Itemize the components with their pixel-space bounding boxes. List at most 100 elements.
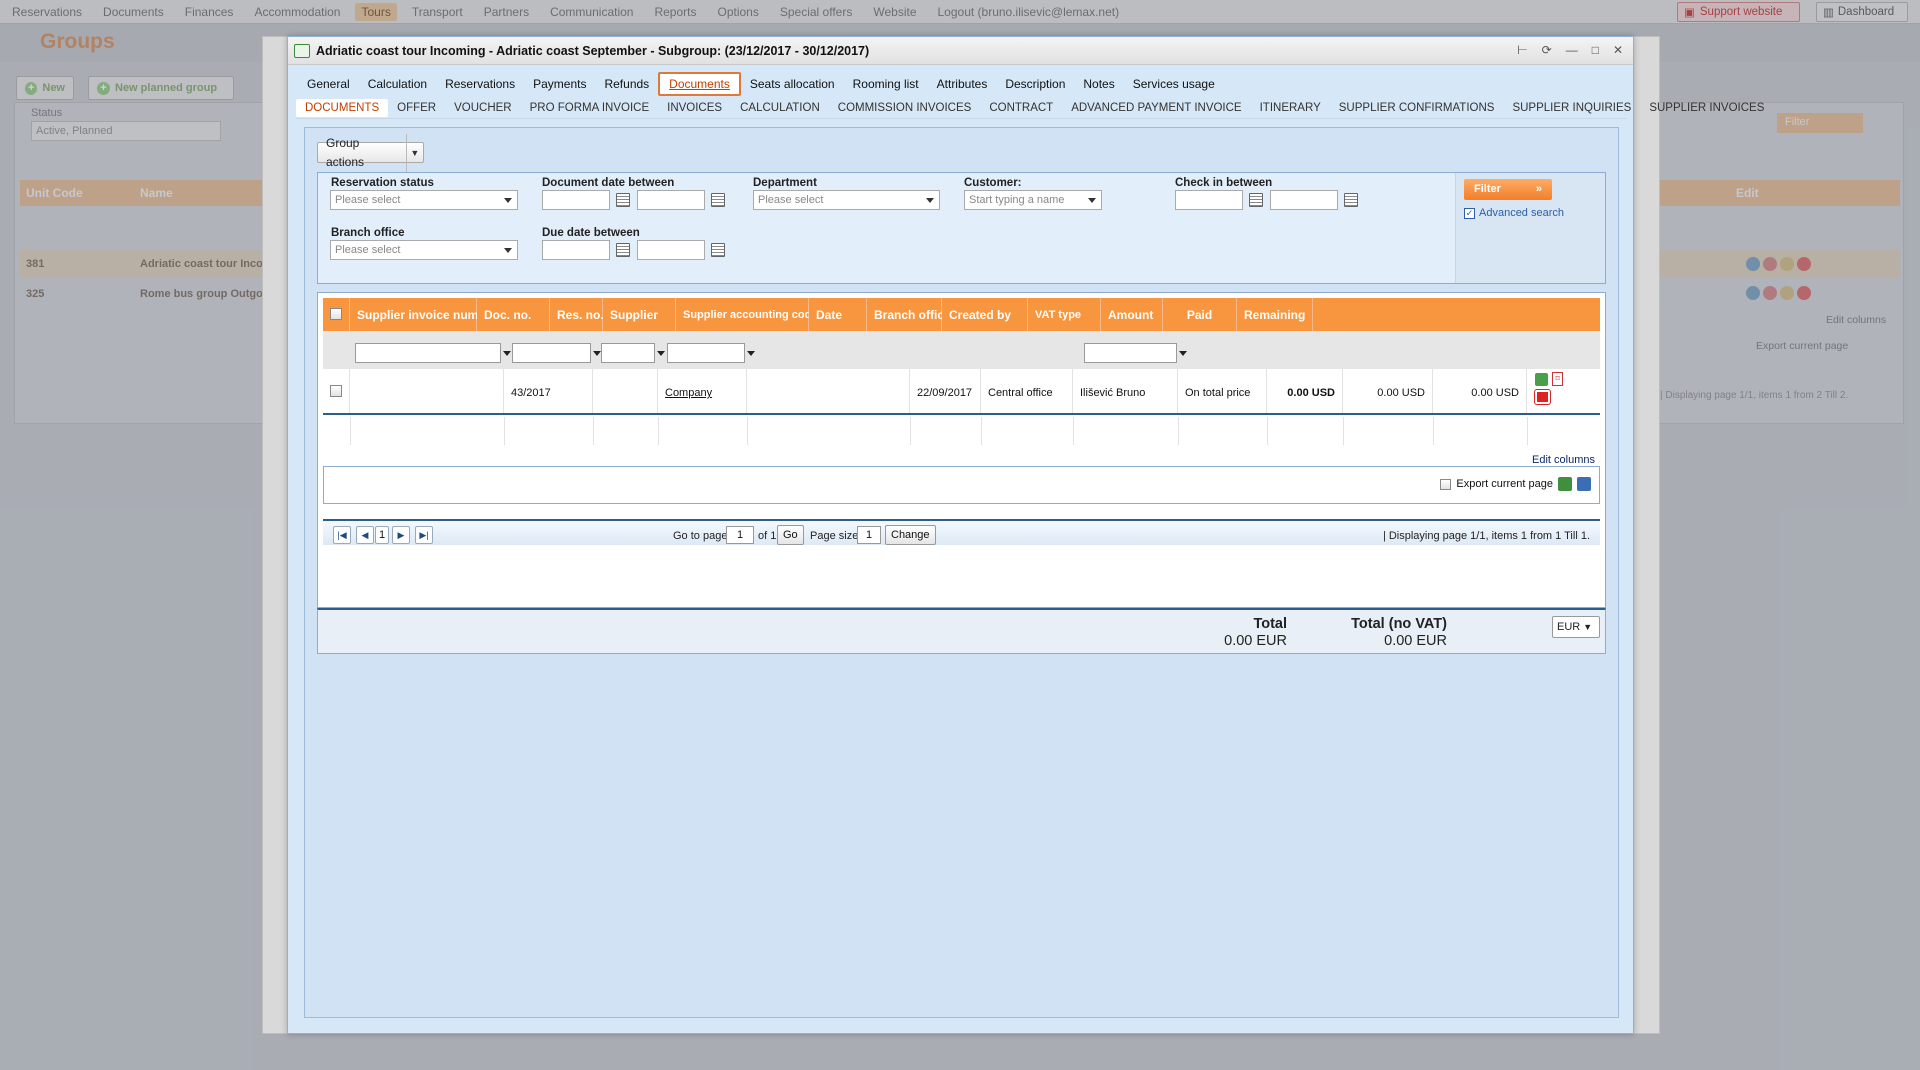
tab-attributes[interactable]: Attributes [928, 73, 997, 95]
col-supplier-accounting-code[interactable]: Supplier accounting code [676, 298, 817, 331]
excel-export-icon[interactable] [1558, 477, 1572, 491]
subtab-offer[interactable]: OFFER [388, 99, 445, 117]
col-branch-office[interactable]: Branch office [867, 298, 951, 331]
page-count-label: of 1 [758, 530, 777, 542]
due-date-to-input[interactable] [637, 240, 705, 260]
subtab-contract[interactable]: CONTRACT [980, 99, 1062, 117]
tab-description[interactable]: Description [996, 73, 1074, 95]
go-to-page-input[interactable]: 1 [726, 526, 754, 544]
subtab-supplier-confirmations[interactable]: SUPPLIER CONFIRMATIONS [1330, 99, 1504, 117]
tab-refunds[interactable]: Refunds [595, 73, 658, 95]
page-1-button[interactable]: 1 [375, 526, 389, 544]
calendar-icon[interactable] [616, 243, 630, 257]
subgroup-dialog: Adriatic coast tour Incoming - Adriatic … [287, 36, 1764, 1034]
advanced-search-toggle[interactable]: ✓ Advanced search [1464, 207, 1564, 219]
table-row[interactable]: 43/2017 Company 22/09/2017 Central offic… [323, 369, 1600, 415]
minimize-icon[interactable]: — [1566, 43, 1578, 57]
col-amount[interactable]: Amount [1101, 298, 1163, 331]
dialog-titlebar[interactable]: Adriatic coast tour Incoming - Adriatic … [288, 37, 1633, 65]
tab-reservations[interactable]: Reservations [436, 73, 524, 95]
close-icon[interactable]: ✕ [1613, 43, 1623, 57]
calendar-icon[interactable] [1249, 193, 1263, 207]
delete-icon[interactable] [1535, 390, 1550, 404]
edit-columns-link[interactable]: Edit columns [1532, 454, 1595, 466]
check-in-to-input[interactable] [1270, 190, 1338, 210]
customer-input[interactable]: Start typing a name [964, 190, 1102, 210]
tab-rooming-list[interactable]: Rooming list [844, 73, 928, 95]
branch-office-label: Branch office [331, 227, 405, 239]
subtab-commission-invoices[interactable]: COMMISSION INVOICES [829, 99, 981, 117]
check-in-from-input[interactable] [1175, 190, 1243, 210]
tab-notes[interactable]: Notes [1074, 73, 1123, 95]
col-doc-no[interactable]: Doc. no. [477, 298, 550, 331]
col-supplier[interactable]: Supplier [603, 298, 676, 331]
filter-doc-no[interactable] [512, 343, 601, 363]
pin-icon[interactable]: ⊢ [1517, 43, 1527, 57]
edit-document-icon[interactable] [1535, 373, 1548, 386]
total-no-vat-label: Total (no VAT) [1351, 616, 1447, 632]
calendar-icon[interactable] [1344, 193, 1358, 207]
reservation-status-select[interactable]: Please select [330, 190, 518, 210]
calendar-icon[interactable] [711, 243, 725, 257]
maximize-icon[interactable]: □ [1592, 43, 1599, 57]
subtab-pro-forma-invoice[interactable]: PRO FORMA INVOICE [521, 99, 659, 117]
supplier-invoices-grid: Supplier invoice number Doc. no. Res. no… [317, 292, 1606, 608]
subtab-documents[interactable]: DOCUMENTS [296, 98, 389, 117]
due-date-from-input[interactable] [542, 240, 610, 260]
tab-general[interactable]: General [298, 73, 359, 95]
subtab-invoices[interactable]: INVOICES [658, 99, 731, 117]
subtab-supplier-invoices[interactable]: SUPPLIER INVOICES [1640, 99, 1773, 117]
refresh-icon[interactable]: ⟳ [1542, 43, 1552, 57]
group-actions-button[interactable]: Group actions ▼ [317, 133, 424, 172]
next-page-icon[interactable]: ▶ [392, 526, 410, 544]
subtab-voucher[interactable]: VOUCHER [445, 99, 521, 117]
pdf-icon[interactable]: ⌑ [1552, 372, 1563, 386]
last-page-icon[interactable]: ▶| [415, 526, 433, 544]
col-res-no[interactable]: Res. no. [550, 298, 604, 331]
tab-documents[interactable]: Documents [658, 72, 741, 96]
cell-supplier-link[interactable]: Company [658, 369, 747, 413]
total-value: 0.00 EUR [1224, 633, 1287, 649]
page-size-input[interactable]: 1 [857, 526, 881, 544]
tab-calculation[interactable]: Calculation [359, 73, 436, 95]
filter-res-no[interactable] [601, 343, 665, 363]
cell-remaining: 0.00 USD [1433, 369, 1527, 413]
row-checkbox[interactable] [323, 369, 350, 413]
prev-page-icon[interactable]: ◀ [356, 526, 374, 544]
select-all-checkbox[interactable] [323, 298, 350, 331]
document-date-from-input[interactable] [542, 190, 610, 210]
first-page-icon[interactable]: |◀ [333, 526, 351, 544]
col-paid[interactable]: Paid [1163, 298, 1237, 331]
cell-amount: 0.00 USD [1267, 369, 1343, 413]
change-page-size-button[interactable]: Change [885, 525, 936, 545]
col-remaining[interactable]: Remaining [1237, 298, 1313, 331]
checkbox-checked-icon[interactable]: ✓ [1464, 207, 1475, 219]
subtab-itinerary[interactable]: ITINERARY [1251, 99, 1330, 117]
chevron-down-icon[interactable]: ▼ [407, 148, 423, 158]
branch-office-select[interactable]: Please select [330, 240, 518, 260]
word-export-icon[interactable] [1577, 477, 1591, 491]
tab-payments[interactable]: Payments [524, 73, 595, 95]
subtab-calculation[interactable]: CALCULATION [731, 99, 829, 117]
currency-select[interactable]: EUR ▼ [1552, 616, 1600, 638]
cell-res-no [593, 369, 658, 413]
row-actions: ⌑ [1527, 369, 1600, 413]
subtab-supplier-inquiries[interactable]: SUPPLIER INQUIRIES [1503, 99, 1640, 117]
tab-services-usage[interactable]: Services usage [1124, 73, 1224, 95]
department-select[interactable]: Please select [753, 190, 940, 210]
filter-supplier[interactable] [667, 343, 755, 363]
calendar-icon[interactable] [711, 193, 725, 207]
go-button[interactable]: Go [777, 525, 804, 545]
col-created-by[interactable]: Created by [942, 298, 1028, 331]
filter-button[interactable]: Filter» [1464, 179, 1552, 200]
tab-seats-allocation[interactable]: Seats allocation [741, 73, 844, 95]
filter-created-by[interactable] [1084, 343, 1187, 363]
document-date-to-input[interactable] [637, 190, 705, 210]
col-supplier-invoice-number[interactable]: Supplier invoice number [350, 298, 497, 331]
col-date[interactable]: Date [809, 298, 867, 331]
subtab-advanced-payment-invoice[interactable]: ADVANCED PAYMENT INVOICE [1062, 99, 1250, 117]
filter-supplier-invoice-number[interactable] [355, 343, 511, 363]
col-vat-type[interactable]: VAT type [1028, 298, 1101, 331]
export-current-page-checkbox[interactable] [1440, 478, 1452, 490]
calendar-icon[interactable] [616, 193, 630, 207]
